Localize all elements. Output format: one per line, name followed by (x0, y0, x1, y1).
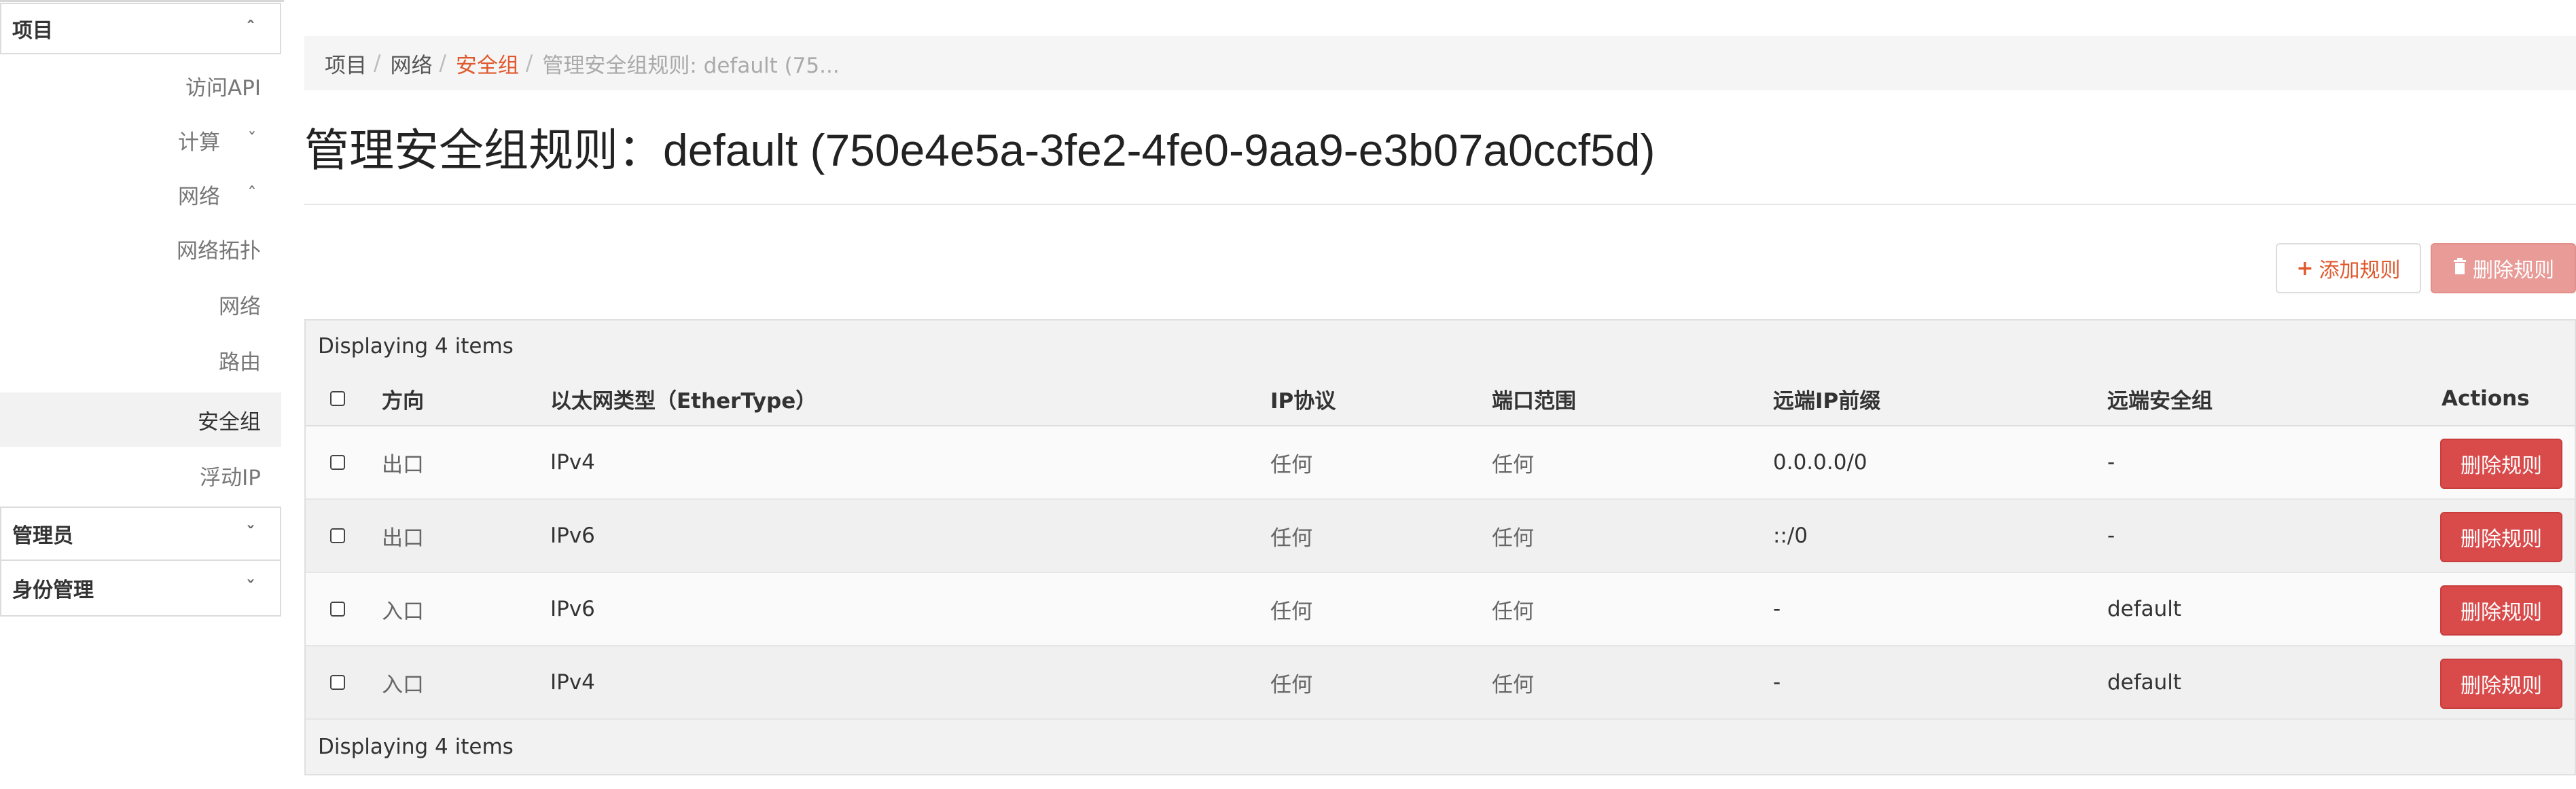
sidebar-section-label: 项目 (12, 19, 53, 43)
cell-remote-group: default (2107, 597, 2182, 621)
sidebar-section-admin[interactable]: 管理员 ˇ (0, 507, 281, 561)
add-rule-button[interactable]: + 添加规则 (2276, 243, 2421, 293)
cell-direction: 出口 (382, 526, 424, 551)
delete-rule-button[interactable]: 删除规则 (2440, 512, 2562, 562)
sidebar-section-label: 身份管理 (12, 579, 94, 602)
sidebar-item-security-groups[interactable]: 安全组 (0, 392, 281, 447)
cell-remote-ip-prefix: - (1773, 597, 1781, 621)
header-ethertype[interactable]: 以太网类型（EtherType） (550, 372, 817, 425)
sidebar-item-label: 网络拓扑 (177, 238, 261, 263)
sidebar-item-floating-ip[interactable]: 浮动IP (0, 448, 281, 502)
chevron-down-icon: ˇ (246, 524, 255, 544)
chevron-down-icon: ˇ (247, 130, 257, 150)
cell-direction: 出口 (382, 452, 424, 477)
delete-rule-button[interactable]: 删除规则 (2440, 439, 2562, 489)
breadcrumb-item-project[interactable]: 项目 (325, 48, 367, 79)
row-checkbox[interactable] (330, 455, 345, 470)
delete-rule-button[interactable]: 删除规则 (2440, 659, 2562, 709)
sidebar-section-project[interactable]: 项目 ˆ (0, 3, 281, 54)
table-header-row: 方向 以太网类型（EtherType） IP协议 端口范围 远端IP前缀 远端安… (306, 372, 2575, 426)
cell-ip-protocol: 任何 (1270, 452, 1312, 477)
breadcrumb-current: 管理安全组规则: default (75... (542, 53, 840, 78)
cell-port-range: 任何 (1492, 526, 1534, 551)
plus-icon: + (2296, 256, 2314, 280)
sidebar-item-label: 网络 (219, 294, 261, 319)
cell-ethertype: IPv4 (550, 450, 595, 475)
row-checkbox[interactable] (330, 675, 345, 690)
cell-remote-ip-prefix: 0.0.0.0/0 (1773, 450, 1867, 475)
cell-remote-ip-prefix: - (1773, 670, 1781, 695)
table-row: 出口 IPv6 任何 任何 ::/0 - 删除规则 (306, 500, 2575, 573)
sidebar-item-networks[interactable]: 网络 (0, 277, 281, 331)
sidebar-group-network[interactable]: 网络 ˆ (0, 167, 281, 221)
cell-remote-group: - (2107, 524, 2115, 548)
chevron-down-icon: ˇ (246, 578, 255, 598)
row-checkbox[interactable] (330, 528, 345, 543)
sidebar-item-label: 路由 (219, 350, 261, 375)
header-remote-group[interactable]: 远端安全组 (2107, 372, 2213, 425)
row-checkbox-cell (330, 646, 345, 718)
cell-direction: 入口 (382, 672, 424, 697)
sidebar: 项目 ˆ 访问API 计算 ˇ 网络 ˆ 网络拓扑 网络 路由 安全组 浮动IP (0, 0, 284, 625)
cell-ip-protocol: 任何 (1270, 672, 1312, 697)
cell-port-range: 任何 (1492, 672, 1534, 697)
cell-remote-group: - (2107, 450, 2115, 475)
cell-port-range: 任何 (1492, 599, 1534, 624)
page-title: 管理安全组规则：default (750e4e5a-3fe2-4fe0-9aa9… (304, 125, 1656, 175)
rules-table: Displaying 4 items 方向 以太网类型（EtherType） I… (304, 319, 2576, 775)
table-footer: Displaying 4 items (306, 720, 2575, 774)
cell-ip-protocol: 任何 (1270, 599, 1312, 624)
sidebar-top-divider (0, 0, 284, 2)
sidebar-item-network-topology[interactable]: 网络拓扑 (0, 221, 281, 276)
sidebar-item-label: 访问API (185, 75, 261, 100)
row-checkbox-cell (330, 500, 345, 572)
delete-rules-button[interactable]: 删除规则 (2431, 243, 2576, 293)
cell-ethertype: IPv6 (550, 524, 595, 548)
chevron-up-icon: ˆ (246, 18, 255, 39)
sidebar-section-label: 管理员 (12, 524, 73, 548)
select-all-checkbox-cell (330, 372, 345, 425)
row-checkbox[interactable] (330, 602, 345, 617)
sidebar-item-routers[interactable]: 路由 (0, 333, 281, 387)
title-divider (304, 204, 2576, 205)
header-remote-ip-prefix[interactable]: 远端IP前缀 (1773, 372, 1880, 425)
table-row: 入口 IPv6 任何 任何 - default 删除规则 (306, 573, 2575, 646)
sidebar-group-compute[interactable]: 计算 ˇ (0, 113, 281, 167)
header-direction[interactable]: 方向 (382, 372, 424, 425)
sidebar-item-label: 浮动IP (200, 465, 261, 490)
table-row: 入口 IPv4 任何 任何 - default 删除规则 (306, 646, 2575, 720)
breadcrumb-item-security-groups[interactable]: 安全组 (456, 48, 519, 79)
delete-rules-label: 删除规则 (2473, 259, 2554, 282)
row-checkbox-cell (330, 426, 345, 498)
cell-ip-protocol: 任何 (1270, 526, 1312, 551)
cell-ethertype: IPv4 (550, 670, 595, 695)
sidebar-item-access-api[interactable]: 访问API (0, 58, 281, 113)
delete-rule-button[interactable]: 删除规则 (2440, 585, 2562, 636)
sidebar-item-label: 网络 (178, 184, 220, 209)
table-row: 出口 IPv4 任何 任何 0.0.0.0/0 - 删除规则 (306, 426, 2575, 500)
table-caption: Displaying 4 items (306, 320, 2575, 372)
breadcrumb-item-network[interactable]: 网络 (390, 48, 432, 79)
breadcrumb: 项目 / 网络 / 安全组 / 管理安全组规则: default (75... (304, 36, 2576, 90)
sidebar-item-label: 计算 (178, 130, 220, 155)
header-actions: Actions (2441, 386, 2530, 411)
breadcrumb-separator: / (525, 51, 533, 75)
header-ip-protocol[interactable]: IP协议 (1270, 372, 1336, 425)
header-port-range[interactable]: 端口范围 (1492, 372, 1576, 425)
cell-remote-ip-prefix: ::/0 (1773, 524, 1808, 548)
sidebar-section-identity[interactable]: 身份管理 ˇ (0, 559, 281, 617)
chevron-up-icon: ˆ (247, 184, 257, 204)
add-rule-label: 添加规则 (2319, 259, 2401, 282)
cell-port-range: 任何 (1492, 452, 1534, 477)
trash-icon (2452, 257, 2467, 280)
sidebar-item-label: 安全组 (198, 409, 261, 435)
cell-direction: 入口 (382, 599, 424, 624)
cell-ethertype: IPv6 (550, 597, 595, 621)
row-checkbox-cell (330, 573, 345, 645)
breadcrumb-separator: / (374, 51, 381, 75)
app-page: 项目 ˆ 访问API 计算 ˇ 网络 ˆ 网络拓扑 网络 路由 安全组 浮动IP (0, 0, 2576, 789)
select-all-checkbox[interactable] (330, 391, 345, 406)
cell-remote-group: default (2107, 670, 2182, 695)
breadcrumb-separator: / (439, 51, 446, 75)
